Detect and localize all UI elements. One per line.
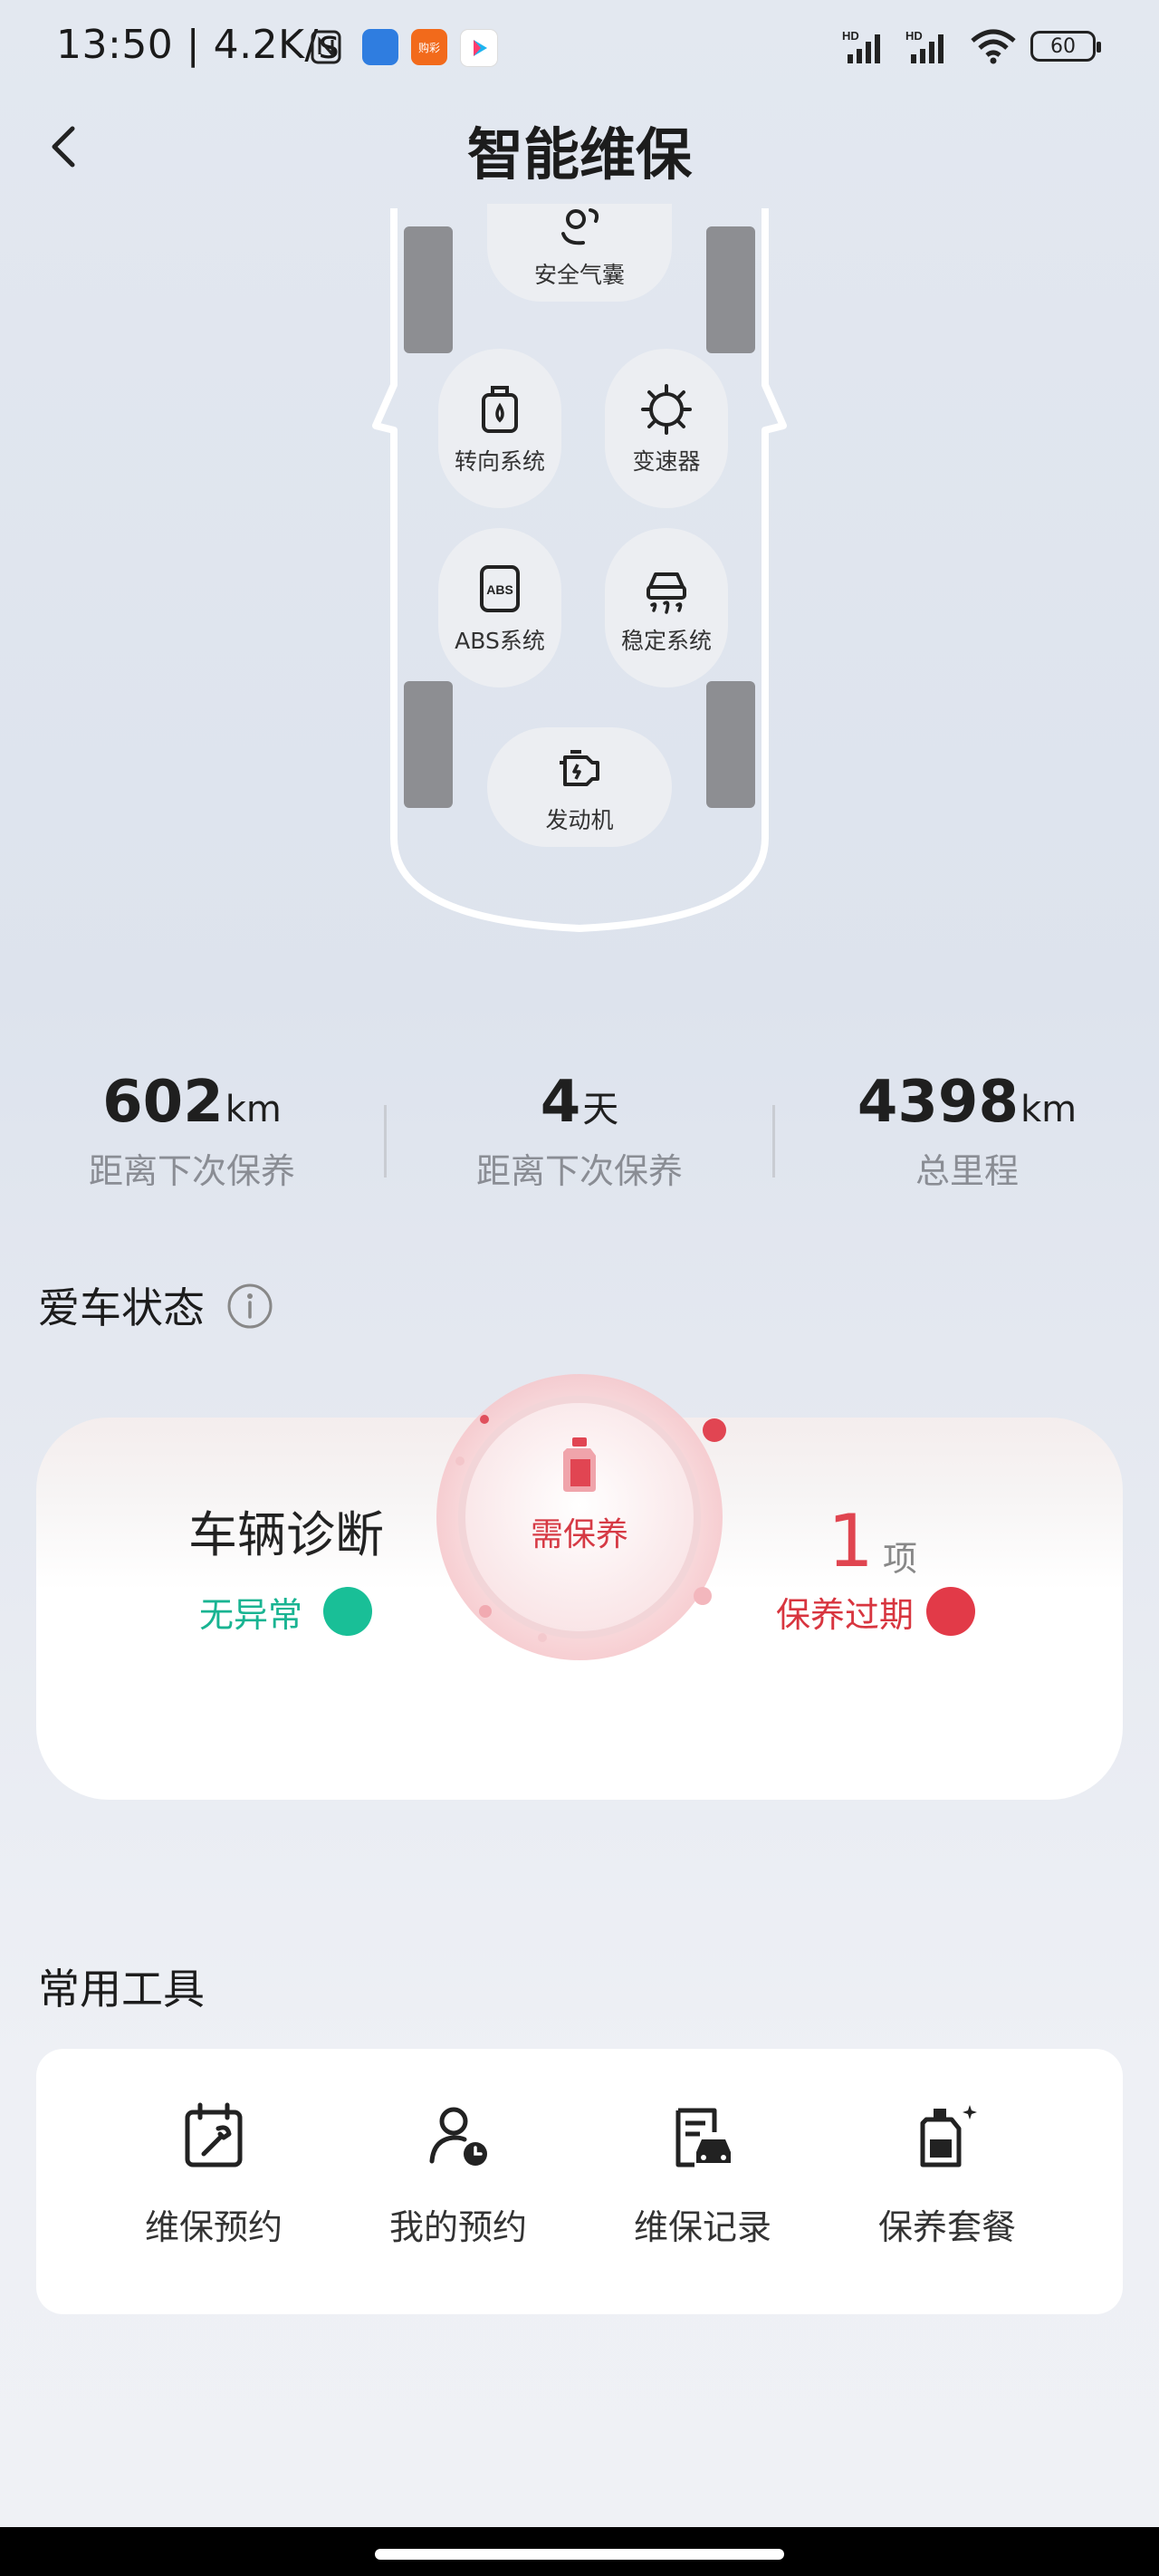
car-status-title: 爱车状态 xyxy=(38,1283,205,1332)
tool-label: 维保记录 xyxy=(633,2207,771,2247)
nfc-icon xyxy=(311,30,341,64)
decor-dot xyxy=(538,1633,547,1642)
tool-my-bookings[interactable]: 我的预约 xyxy=(350,2101,567,2249)
tire-front-right xyxy=(706,226,755,353)
wifi-icon xyxy=(971,29,1016,64)
oil-can-icon xyxy=(482,386,518,433)
tire-rear-right xyxy=(706,681,755,808)
decor-dot xyxy=(455,1456,465,1466)
tool-label: 我的预约 xyxy=(388,2207,527,2247)
diagnosis-title: 车辆诊断 xyxy=(188,1506,384,1563)
stat-days-value: 4 xyxy=(540,1069,581,1136)
stat-distance-label: 距离下次保养 xyxy=(88,1151,295,1191)
engine-item[interactable]: 发动机 xyxy=(487,727,672,847)
abs-label: ABS系统 xyxy=(455,628,545,654)
info-icon[interactable] xyxy=(226,1283,273,1330)
tool-label: 维保预约 xyxy=(144,2207,283,2247)
decor-dot xyxy=(479,1605,492,1618)
tools-title: 常用工具 xyxy=(38,1965,205,2014)
status-bar: 13:50 | 4.2K/s 购彩 HD HD 60 xyxy=(0,0,1159,100)
tire-front-left xyxy=(404,226,453,353)
need-maintenance-label: 需保养 xyxy=(530,1516,628,1553)
system-nav-bar xyxy=(0,2527,1159,2576)
tool-maintenance-packages[interactable]: 保养套餐 xyxy=(838,2101,1056,2249)
divider xyxy=(384,1105,387,1177)
divider xyxy=(772,1105,775,1177)
car-record-icon xyxy=(675,2108,731,2167)
app-icon xyxy=(362,29,398,65)
abs-item[interactable]: ABS ABS系统 xyxy=(438,528,561,687)
battery-icon: 60 xyxy=(1030,31,1101,62)
stability-item[interactable]: 稳定系统 xyxy=(605,528,728,687)
gearbox-item[interactable]: 变速器 xyxy=(605,349,728,508)
steering-item[interactable]: 转向系统 xyxy=(438,349,561,508)
svg-text:HD: HD xyxy=(905,29,923,43)
home-indicator[interactable] xyxy=(375,2549,784,2560)
youku-icon xyxy=(460,29,498,67)
tool-label: 保养套餐 xyxy=(877,2207,1016,2247)
user-clock-icon xyxy=(429,2107,487,2166)
wrench-calendar-icon xyxy=(185,2102,243,2167)
maintenance-stats: 602km 距离下次保养 4天 距离下次保养 4398km 总里程 xyxy=(0,1069,1159,1214)
gearbox-label: 变速器 xyxy=(632,448,701,475)
svg-text:ABS: ABS xyxy=(486,582,513,597)
status-time: 13:50 | 4.2K/s xyxy=(56,22,340,68)
stat-distance-value: 602 xyxy=(102,1069,224,1136)
alert-indicator xyxy=(926,1587,975,1636)
tire-rear-left xyxy=(404,681,453,808)
airbag-icon xyxy=(561,208,599,245)
tool-maintenance-booking[interactable]: 维保预约 xyxy=(105,2101,322,2249)
oil-sparkle-icon xyxy=(920,2105,977,2167)
stat-distance: 602km 距离下次保养 xyxy=(2,1069,382,1193)
overdue-count: 1 xyxy=(828,1499,874,1583)
engine-icon xyxy=(560,750,599,786)
skid-car-icon xyxy=(647,572,686,614)
stat-mileage-value: 4398 xyxy=(857,1069,1019,1136)
airbag-label: 安全气囊 xyxy=(533,262,625,288)
tool-maintenance-records[interactable]: 维保记录 xyxy=(594,2101,811,2249)
stat-distance-unit: km xyxy=(225,1089,282,1130)
decor-dot xyxy=(703,1418,726,1442)
lottery-app-icon: 购彩 xyxy=(411,29,447,65)
header: 智能维保 xyxy=(0,100,1159,190)
engine-label: 发动机 xyxy=(545,807,614,833)
diagnosis-status: 无异常 xyxy=(199,1595,303,1635)
gear-icon xyxy=(641,384,692,435)
ok-indicator xyxy=(323,1587,372,1636)
stat-mileage-unit: km xyxy=(1020,1089,1078,1130)
stat-mileage: 4398km 总里程 xyxy=(777,1069,1157,1193)
steering-label: 转向系统 xyxy=(454,448,545,475)
airbag-item[interactable]: 安全气囊 xyxy=(487,204,672,302)
abs-icon: ABS xyxy=(480,565,520,612)
page-title: 智能维保 xyxy=(466,121,692,187)
decor-dot xyxy=(694,1587,712,1605)
car-diagram: 安全气囊 转向系统 变速器 ABS ABS系统 稳定系统 发动机 xyxy=(371,204,788,937)
decor-dot xyxy=(480,1415,489,1424)
stat-days-label: 距离下次保养 xyxy=(475,1151,683,1191)
signal-icon: HD xyxy=(842,29,880,63)
signal-icon: HD xyxy=(905,29,943,63)
oil-bottle-icon xyxy=(563,1437,596,1492)
stat-days: 4天 距离下次保养 xyxy=(389,1069,770,1193)
stability-label: 稳定系统 xyxy=(620,628,712,654)
stat-days-unit: 天 xyxy=(582,1089,619,1130)
stat-mileage-label: 总里程 xyxy=(915,1151,1019,1191)
svg-text:HD: HD xyxy=(842,29,859,43)
overdue-count-unit: 项 xyxy=(883,1539,918,1579)
overdue-label: 保养过期 xyxy=(776,1595,915,1635)
